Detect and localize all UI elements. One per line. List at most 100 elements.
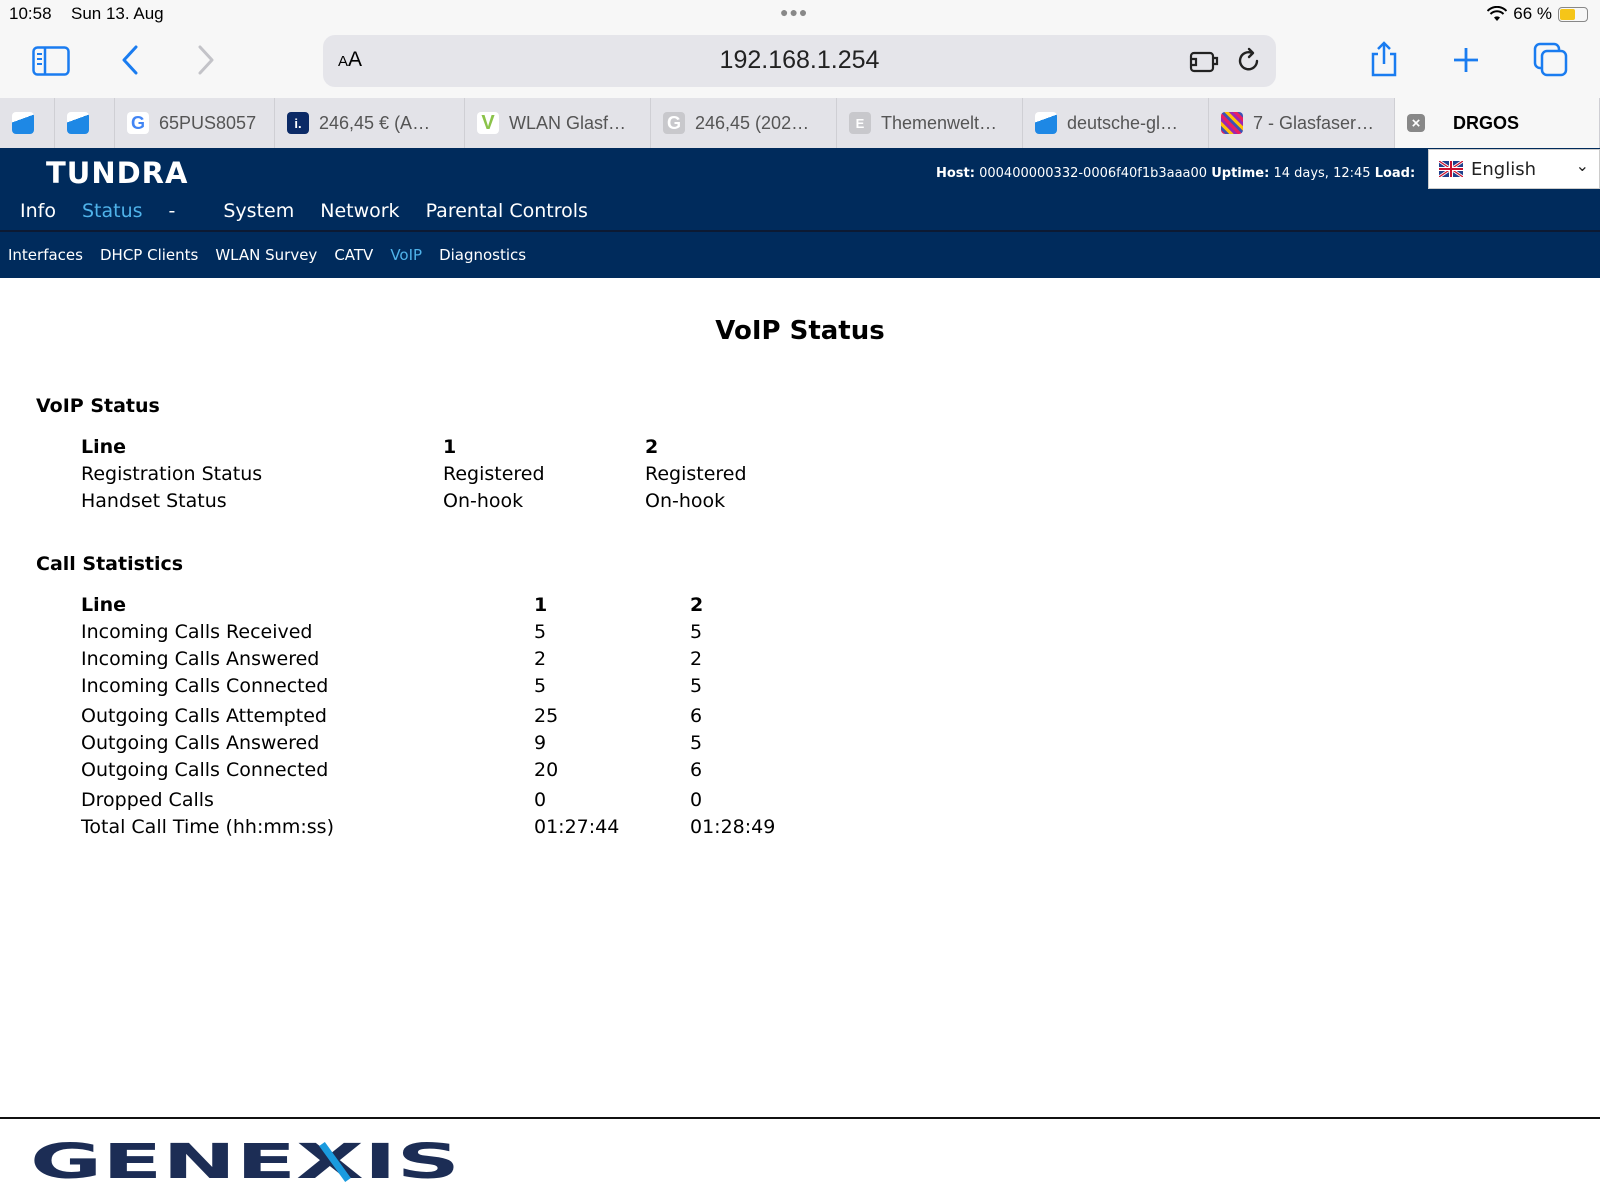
favicon-icon: i.: [287, 112, 309, 134]
nav-item-info[interactable]: Info: [20, 200, 56, 222]
tab-label: 65PUS8057: [159, 112, 257, 133]
svg-text:GENEXIS: GENEXIS: [30, 1140, 460, 1184]
subnav-item-diagnostics[interactable]: Diagnostics: [439, 246, 526, 264]
chevron-down-icon: ⌄: [1575, 156, 1589, 175]
subnav-item-voip[interactable]: VoIP: [390, 246, 422, 264]
line-2-value: 5: [690, 621, 703, 643]
address-bar[interactable]: AA 192.168.1.254: [323, 35, 1276, 87]
browser-tab[interactable]: deutsche-gl…: [1023, 98, 1209, 148]
battery-icon: [1558, 6, 1588, 22]
line-2-value: 2: [645, 436, 659, 458]
browser-tab[interactable]: i. 246,45 € (A…: [275, 98, 465, 148]
clock: 10:58: [9, 4, 52, 23]
host-info: Host: 000400000332-0006f40f1b3aaa00 Upti…: [936, 166, 1416, 181]
extension-icon[interactable]: [1188, 47, 1220, 75]
line-2-value: 5: [690, 675, 703, 697]
line-2-value: 2: [690, 594, 704, 616]
nav-separator: -: [168, 200, 176, 222]
multitasking-dots-icon[interactable]: ●●●: [780, 4, 808, 20]
row-label: Dropped Calls: [81, 789, 214, 811]
page-title: VoIP Status: [715, 316, 885, 346]
uk-flag-icon: [1439, 161, 1463, 177]
back-arrow-icon[interactable]: [120, 44, 140, 76]
line-1-value: 01:27:44: [534, 816, 620, 838]
row-label: Line: [81, 436, 127, 458]
wifi-icon: [1487, 6, 1508, 21]
host-value: 000400000332-0006f40f1b3aaa00: [979, 166, 1208, 181]
voip-status-heading: VoIP Status: [36, 395, 160, 417]
tabs-overview-icon[interactable]: [1533, 42, 1569, 78]
forward-arrow-icon[interactable]: [196, 44, 216, 76]
browser-toolbar: AA 192.168.1.254: [0, 28, 1600, 98]
reload-icon[interactable]: [1235, 47, 1263, 75]
favicon-icon: E: [849, 112, 871, 134]
tab-label: DRGOS: [1453, 112, 1520, 133]
row-label: Registration Status: [81, 463, 263, 485]
row-label: Handset Status: [81, 490, 227, 512]
browser-tab[interactable]: E Themenwelt…: [837, 98, 1023, 148]
genexis-logo: GENEXIS: [30, 1140, 460, 1184]
subnav-item-interfaces[interactable]: Interfaces: [8, 246, 83, 264]
favicon-icon: V: [477, 112, 499, 134]
line-1-value: 2: [534, 648, 547, 670]
subnav-item-catv[interactable]: CATV: [334, 246, 373, 264]
uptime-value: 14 days, 12:45: [1273, 166, 1371, 181]
favicon-icon: [67, 112, 89, 134]
line-1-value: 1: [534, 594, 548, 616]
row-label: Incoming Calls Connected: [81, 675, 329, 697]
browser-tab[interactable]: 7 - Glasfaser…: [1209, 98, 1395, 148]
line-2-value: Registered: [645, 463, 747, 485]
tab-label: deutsche-gl…: [1067, 112, 1179, 133]
favicon-icon: G: [127, 112, 149, 134]
line-1-value: 5: [534, 675, 547, 697]
brand-logo: TUNDRA: [46, 156, 189, 190]
line-1-value: Registered: [443, 463, 545, 485]
line-1-value: 0: [534, 789, 547, 811]
browser-tab[interactable]: [0, 98, 55, 148]
browser-tab[interactable]: [55, 98, 115, 148]
favicon-icon: [1035, 112, 1057, 134]
new-tab-plus-icon[interactable]: [1452, 46, 1480, 74]
row-label: Outgoing Calls Connected: [81, 759, 329, 781]
battery-percent: 66 %: [1513, 4, 1552, 23]
browser-tab[interactable]: G 65PUS8057: [115, 98, 275, 148]
browser-tab[interactable]: × DRGOS: [1395, 98, 1600, 148]
tab-bar: G 65PUS8057 i. 246,45 € (A… V WLAN Glasf… G 246…: [0, 98, 1600, 149]
row-label: Line: [81, 594, 127, 616]
language-select[interactable]: English ⌄: [1428, 149, 1600, 189]
row-label: Incoming Calls Answered: [81, 648, 320, 670]
line-1-value: On-hook: [443, 490, 524, 512]
footer-divider: [0, 1117, 1600, 1119]
favicon-icon: G: [663, 112, 685, 134]
line-2-value: On-hook: [645, 490, 726, 512]
status-bar: 10:58 Sun 13. Aug ●●● 66 %: [0, 0, 1600, 28]
subnav-item-dhcp-clients[interactable]: DHCP Clients: [100, 246, 198, 264]
row-label: Outgoing Calls Attempted: [81, 705, 327, 727]
url-text[interactable]: 192.168.1.254: [323, 46, 1276, 75]
favicon-icon: [12, 112, 34, 134]
row-label: Total Call Time (hh:mm:ss): [81, 816, 334, 838]
sidebar-icon[interactable]: [32, 46, 70, 76]
browser-tab[interactable]: V WLAN Glasf…: [465, 98, 651, 148]
line-1-value: 5: [534, 621, 547, 643]
nav-item-parental-controls[interactable]: Parental Controls: [426, 200, 588, 222]
share-icon[interactable]: [1368, 40, 1400, 78]
line-2-value: 01:28:49: [690, 816, 776, 838]
sub-nav: Interfaces DHCP Clients WLAN Survey CATV VoI…: [8, 246, 543, 264]
language-value: English: [1471, 158, 1536, 180]
nav-item-system[interactable]: System: [223, 200, 294, 222]
date: Sun 13. Aug: [71, 4, 164, 23]
line-1-value: 1: [443, 436, 457, 458]
router-header: TUNDRA Host: 000400000332-0006f40f1b3aaa…: [0, 148, 1600, 278]
line-2-value: 6: [690, 705, 703, 727]
nav-divider: [0, 230, 1600, 232]
close-tab-icon[interactable]: ×: [1407, 114, 1425, 132]
browser-tab[interactable]: G 246,45 (202…: [651, 98, 837, 148]
row-label: Incoming Calls Received: [81, 621, 313, 643]
subnav-item-wlan-survey[interactable]: WLAN Survey: [215, 246, 317, 264]
row-label: Outgoing Calls Answered: [81, 732, 320, 754]
line-2-value: 0: [690, 789, 703, 811]
tab-label: WLAN Glasf…: [509, 112, 627, 133]
nav-item-status[interactable]: Status: [82, 200, 143, 222]
nav-item-network[interactable]: Network: [320, 200, 399, 222]
